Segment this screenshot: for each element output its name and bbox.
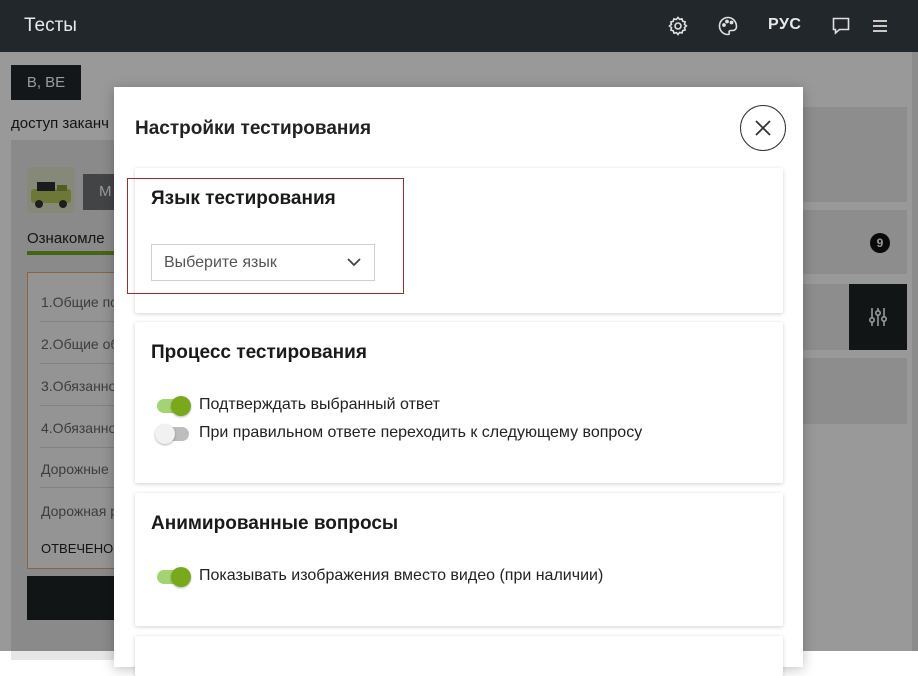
language-select[interactable]: Выберите язык xyxy=(151,244,375,281)
show-images-toggle[interactable] xyxy=(155,566,191,587)
language-button[interactable]: РУС xyxy=(768,16,801,34)
language-section: Язык тестирования Выберите язык xyxy=(127,168,783,313)
process-section-title: Процесс тестирования xyxy=(151,342,367,363)
confirm-answer-toggle[interactable] xyxy=(155,395,191,416)
chat-icon[interactable] xyxy=(829,14,853,38)
language-select-placeholder: Выберите язык xyxy=(164,254,277,271)
auto-next-toggle[interactable] xyxy=(155,423,191,444)
animated-section: Анимированные вопросы Показывать изображ… xyxy=(135,493,783,626)
language-section-title: Язык тестирования xyxy=(151,188,336,209)
menu-icon[interactable] xyxy=(868,14,892,38)
close-button[interactable] xyxy=(740,105,786,151)
process-section: Процесс тестирования Подтверждать выбран… xyxy=(135,322,783,483)
modal-title: Настройки тестирования xyxy=(135,118,372,139)
chevron-down-icon xyxy=(347,258,361,267)
confirm-answer-label: Подтверждать выбранный ответ xyxy=(199,396,440,413)
test-settings-modal: Настройки тестирования Язык тестирования… xyxy=(114,87,803,676)
app-title: Тесты xyxy=(24,15,77,36)
top-bar: Тесты РУС xyxy=(0,0,918,52)
next-section xyxy=(135,636,783,676)
auto-next-label: При правильном ответе переходить к следу… xyxy=(199,424,643,441)
gear-icon[interactable] xyxy=(666,14,690,38)
close-icon xyxy=(755,120,771,136)
show-images-label: Показывать изображения вместо видео (при… xyxy=(199,567,604,584)
animated-section-title: Анимированные вопросы xyxy=(151,513,399,534)
palette-icon[interactable] xyxy=(716,14,740,38)
